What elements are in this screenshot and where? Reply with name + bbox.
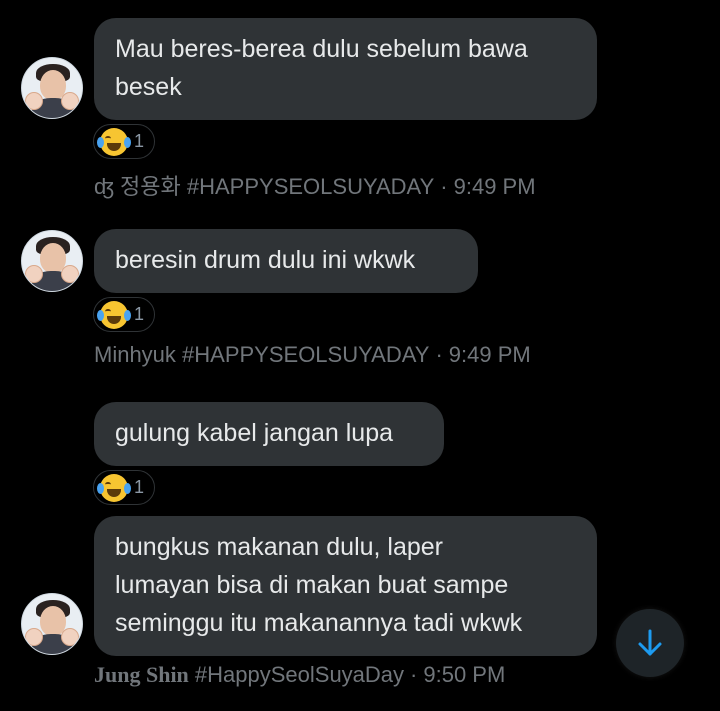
avatar[interactable] bbox=[21, 230, 83, 292]
arrow-down-icon bbox=[638, 629, 662, 656]
reaction-pill[interactable]: 1 bbox=[93, 124, 155, 159]
sender-name[interactable]: Jung Shin #HappySeolSuyaDay bbox=[94, 662, 404, 687]
avatar[interactable] bbox=[21, 593, 83, 655]
scroll-to-bottom-button[interactable] bbox=[616, 609, 684, 677]
reaction-pill[interactable]: 1 bbox=[93, 297, 155, 332]
message-bubble[interactable]: bungkus makanan dulu, laper lumayan bisa… bbox=[94, 516, 597, 656]
message-time: 9:49 PM bbox=[448, 342, 531, 367]
meta-separator: · bbox=[410, 662, 418, 687]
reaction-count: 1 bbox=[134, 304, 145, 324]
reaction-count: 1 bbox=[134, 131, 145, 151]
message-meta: Minhyuk #HAPPYSEOLSUYADAY · 9:49 PM bbox=[94, 342, 531, 368]
tears-of-joy-emoji-icon bbox=[97, 127, 131, 156]
message-bubble[interactable]: beresin drum dulu ini wkwk bbox=[94, 229, 478, 293]
meta-separator: · bbox=[440, 174, 448, 199]
message-meta: Jung Shin #HappySeolSuyaDay · 9:50 PM bbox=[94, 662, 505, 688]
sender-name[interactable]: Minhyuk #HAPPYSEOLSUYADAY bbox=[94, 342, 429, 367]
message-time: 9:49 PM bbox=[453, 174, 536, 199]
reaction-pill[interactable]: 1 bbox=[93, 470, 155, 505]
message-bubble[interactable]: gulung kabel jangan lupa bbox=[94, 402, 444, 466]
meta-separator: · bbox=[435, 342, 443, 367]
avatar[interactable] bbox=[21, 57, 83, 119]
message-time: 9:50 PM bbox=[423, 662, 506, 687]
tears-of-joy-emoji-icon bbox=[97, 473, 131, 502]
message-meta: ʤ 정용화 #HAPPYSEOLSUYADAY · 9:49 PM bbox=[94, 169, 536, 201]
message-bubble[interactable]: Mau beres-berea dulu sebelum bawa besek bbox=[94, 18, 597, 120]
reaction-count: 1 bbox=[134, 477, 145, 497]
tears-of-joy-emoji-icon bbox=[97, 300, 131, 329]
sender-name[interactable]: ʤ 정용화 #HAPPYSEOLSUYADAY bbox=[94, 174, 434, 199]
